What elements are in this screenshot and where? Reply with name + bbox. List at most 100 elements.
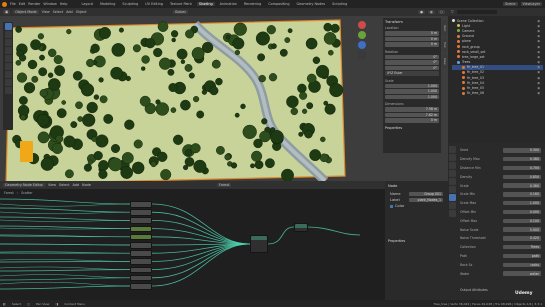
forest-terrain-render[interactable] [0, 16, 448, 181]
add-cube-tool-icon[interactable] [4, 87, 12, 94]
workspace-tab-modeling[interactable]: Modeling [98, 2, 117, 6]
gizmo-x-axis-icon[interactable] [358, 21, 366, 29]
visibility-eye-icon[interactable]: ◉ [537, 39, 540, 43]
visibility-eye-icon[interactable]: ◉ [537, 19, 540, 23]
light-object-icon[interactable] [20, 141, 33, 162]
menu-render[interactable]: Render [28, 2, 40, 6]
workspace-tab-uv-editing[interactable]: UV Editing [143, 2, 165, 6]
node-menu-node[interactable]: Node [82, 183, 91, 187]
workspace-tab-sculpting[interactable]: Sculpting [120, 2, 140, 6]
dimensions-y-field[interactable]: 7.62 m [385, 112, 439, 117]
object-mode-dropdown[interactable]: Object Mode [13, 10, 39, 14]
shading-rendered-button[interactable]: ○ [438, 10, 445, 14]
visibility-eye-icon[interactable]: ◉ [537, 60, 540, 64]
render-properties-icon[interactable] [449, 154, 456, 161]
workspace-tab-texture-paint[interactable]: Texture Paint [168, 2, 194, 6]
workspace-tab-compositing[interactable]: Compositing [266, 2, 291, 6]
workspace-tab-shading[interactable]: Shading [196, 2, 215, 6]
visibility-eye-icon[interactable]: ◉ [537, 76, 540, 80]
outliner-row[interactable]: fir_tree_06 ◉ [452, 91, 543, 96]
modifier-input-field[interactable]: 0.000 [503, 209, 541, 215]
particles-properties-icon[interactable] [449, 202, 456, 209]
shading-material-button[interactable]: ◐ [428, 10, 436, 14]
input-node[interactable] [130, 233, 152, 241]
input-node[interactable] [130, 250, 152, 257]
tool-properties-icon[interactable] [449, 146, 456, 153]
modifier-input-field[interactable]: 0.100 [503, 218, 541, 224]
measure-tool-icon[interactable] [4, 79, 12, 86]
npanel-tab-view[interactable]: View [442, 54, 447, 68]
node-tree-selector[interactable]: Forest [216, 183, 232, 187]
node-editor-canvas[interactable]: Forest › Scatter [0, 189, 385, 300]
modifier-input-field[interactable]: 0.160 [503, 192, 541, 197]
rotation-x-field[interactable]: 0° [385, 54, 439, 59]
menu-window[interactable]: Window [43, 2, 56, 6]
move-tool-icon[interactable] [4, 39, 12, 46]
visibility-eye-icon[interactable]: ◉ [537, 24, 540, 28]
input-node[interactable] [130, 225, 152, 233]
node-name-field[interactable]: Group 001 [409, 191, 443, 197]
outliner-filter-icon[interactable]: ▽ [451, 10, 454, 14]
output-attributes-toggle[interactable]: Output Attributes [460, 288, 488, 292]
workspace-tab-layout[interactable]: Layout [79, 2, 95, 6]
modifier-input-field[interactable]: 5.000 [503, 227, 541, 232]
rotation-mode-dropdown[interactable]: XYZ Euler [385, 71, 439, 76]
viewport-menu-select[interactable]: Select [53, 10, 63, 14]
transform-orientation-dropdown[interactable]: Global [172, 10, 188, 14]
modifier-input-field[interactable]: 0.850 [503, 174, 541, 180]
modifier-input-field[interactable]: rocks [503, 262, 541, 267]
visibility-eye-icon[interactable]: ◉ [537, 70, 540, 74]
world-properties-icon[interactable] [449, 178, 456, 185]
scale-x-field[interactable]: 1.000 [385, 83, 439, 88]
visibility-eye-icon[interactable]: ◉ [537, 45, 540, 49]
modifier-input-field[interactable]: 0.420 [503, 236, 541, 241]
npanel-tab-item[interactable]: Item [442, 20, 447, 36]
node-menu-view[interactable]: View [48, 183, 56, 187]
modifier-input-field[interactable]: 0.380 [503, 156, 541, 162]
zoom-icon[interactable] [358, 51, 366, 59]
gizmo-z-axis-icon[interactable] [358, 41, 366, 49]
modifier-properties-icon[interactable] [449, 194, 456, 201]
node-label-field[interactable]: plant_Nodes_1 [409, 197, 443, 203]
workspace-tab-rendering[interactable]: Rendering [242, 2, 263, 6]
input-node[interactable] [130, 217, 152, 224]
output-properties-icon[interactable] [449, 162, 456, 169]
navigation-gizmo[interactable] [352, 20, 372, 65]
input-node[interactable] [130, 283, 152, 290]
viewport-menu-object[interactable]: Object [76, 10, 87, 14]
modifier-input-field[interactable]: path [503, 253, 541, 259]
editor-type-button[interactable]: ▣ [3, 10, 11, 14]
rotation-y-field[interactable]: 0° [385, 60, 439, 65]
scene-properties-icon[interactable] [449, 170, 456, 177]
shading-solid-button[interactable]: ● [418, 10, 426, 14]
input-node[interactable] [130, 201, 152, 208]
input-node[interactable] [130, 258, 152, 265]
location-x-field[interactable]: 0 m [385, 31, 439, 36]
join-geometry-node[interactable] [294, 223, 308, 232]
select-tool-icon[interactable] [4, 23, 12, 30]
group-output-node[interactable] [250, 235, 268, 253]
visibility-eye-icon[interactable]: ◉ [537, 81, 540, 85]
visibility-eye-icon[interactable]: ◉ [537, 29, 540, 33]
transform-tool-icon[interactable] [4, 63, 12, 70]
visibility-eye-icon[interactable]: ◉ [537, 50, 540, 54]
modifier-input-field[interactable]: 0.300 [503, 148, 541, 153]
input-node[interactable] [130, 242, 152, 249]
object-properties-icon[interactable] [449, 186, 456, 193]
modifier-input-field[interactable]: 1.000 [503, 200, 541, 206]
viewport-menu-add[interactable]: Add [66, 10, 73, 14]
visibility-eye-icon[interactable]: ◉ [537, 55, 540, 59]
node-editor-type-button[interactable]: Geometry Node Editor [3, 183, 45, 187]
menu-help[interactable]: Help [60, 2, 68, 6]
dimensions-x-field[interactable]: 7.58 m [385, 107, 439, 112]
modifier-input-field[interactable]: Trees [503, 244, 541, 250]
scale-tool-icon[interactable] [4, 55, 12, 62]
3d-viewport[interactable]: Transform Location 0 m 0 m 0 m Rotation … [0, 16, 448, 181]
visibility-eye-icon[interactable]: ◉ [537, 86, 540, 90]
scale-z-field[interactable]: 1.000 [385, 94, 439, 99]
outliner-search-input[interactable] [456, 10, 497, 14]
modifier-input-field[interactable]: 0.700 [503, 165, 541, 171]
modifier-input-field[interactable]: 0.360 [503, 183, 541, 188]
blender-logo-icon[interactable] [2, 1, 7, 7]
dimensions-z-field[interactable]: 0 m [385, 118, 439, 123]
